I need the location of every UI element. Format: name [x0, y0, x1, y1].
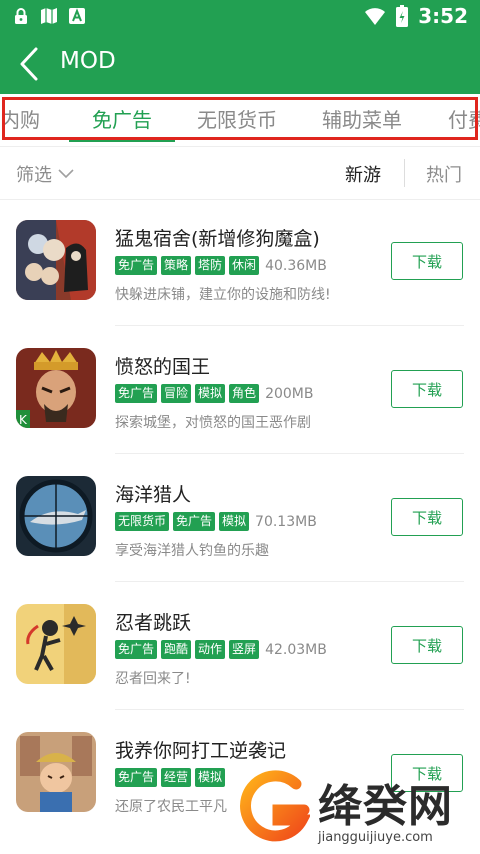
wifi-icon: [365, 8, 386, 25]
filter-bar: 筛选 新游 热门: [0, 146, 480, 200]
app-icon-angry-king: K: [16, 348, 96, 428]
app-icon-ghost-dorm: [16, 220, 96, 300]
list-item[interactable]: 海洋猎人 无限货币 免广告 模拟 70.13MB 享受海洋猎人钓鱼的乐趣 下载: [0, 454, 480, 582]
tag: 冒险: [161, 384, 192, 403]
download-button[interactable]: 下载: [391, 498, 463, 536]
app-icon-ninja-jump: [16, 604, 96, 684]
file-size: 70.13MB: [255, 513, 317, 530]
watermark-url: jiangguijiuye.com: [318, 830, 433, 845]
tag-row: 免广告 经营 模拟: [115, 768, 226, 787]
map-icon: [41, 8, 57, 24]
file-size: 200MB: [265, 385, 314, 402]
app-icon-worker-story: [16, 732, 96, 812]
svg-text:K: K: [19, 413, 28, 427]
site-watermark: 绛癸网 jiangguijiuye.com: [238, 770, 480, 854]
status-bar: 3:52: [0, 0, 480, 34]
tag: 免广告: [173, 512, 216, 531]
tag: 模拟: [195, 384, 226, 403]
tag: 免广告: [115, 640, 158, 659]
app-name: 愤怒的国王: [115, 356, 211, 378]
tag: 无限货币: [115, 512, 170, 531]
app-description: 探索城堡，对愤怒的国王恶作剧: [115, 415, 311, 431]
download-button[interactable]: 下载: [391, 370, 463, 408]
app-bar: MOD: [0, 34, 480, 94]
tag-row: 免广告 跑酷 动作 竖屏 42.03MB: [115, 640, 327, 659]
tag: 策略: [161, 256, 192, 275]
sort-hot-button[interactable]: 热门: [426, 161, 462, 187]
tag-row: 无限货币 免广告 模拟 70.13MB: [115, 512, 317, 531]
sort-divider: [404, 159, 405, 187]
tag: 塔防: [195, 256, 226, 275]
tag: 模拟: [195, 768, 226, 787]
app-description: 忍者回来了!: [115, 671, 191, 687]
app-icon-ocean-hunter: [16, 476, 96, 556]
download-button[interactable]: 下载: [391, 626, 463, 664]
tag-row: 免广告 策略 塔防 休闲 40.36MB: [115, 256, 327, 275]
category-tabs: 免内购 免广告 无限货币 辅助菜单 付费: [0, 94, 480, 146]
app-name: 猛鬼宿舍(新增修狗魔盒): [115, 228, 320, 250]
watermark-logo-icon: [240, 770, 310, 842]
tag: 动作: [195, 640, 226, 659]
file-size: 42.03MB: [265, 641, 327, 658]
tag: 免广告: [115, 768, 158, 787]
list-item[interactable]: 猛鬼宿舍(新增修狗魔盒) 免广告 策略 塔防 休闲 40.36MB 快躲进床铺，…: [0, 198, 480, 326]
tag: 休闲: [229, 256, 260, 275]
a-app-icon: [69, 8, 85, 24]
lock-icon: [15, 8, 27, 24]
app-description: 快躲进床铺，建立你的设施和防线!: [115, 287, 331, 303]
app-description: 还原了农民工平凡: [115, 799, 227, 815]
status-time: 3:52: [418, 4, 468, 28]
tag: 免广告: [115, 384, 158, 403]
list-item[interactable]: 忍者跳跃 免广告 跑酷 动作 竖屏 42.03MB 忍者回来了! 下载: [0, 582, 480, 710]
tag: 经营: [161, 768, 192, 787]
tab-helper-menu[interactable]: 辅助菜单: [322, 104, 402, 133]
sort-new-button[interactable]: 新游: [345, 161, 381, 187]
filter-button[interactable]: 筛选: [16, 161, 74, 187]
app-description: 享受海洋猎人钓鱼的乐趣: [115, 543, 269, 559]
status-right: 3:52: [364, 4, 468, 28]
app-name: 忍者跳跃: [115, 612, 192, 634]
chevron-down-icon: [58, 169, 74, 179]
tab-no-ads[interactable]: 免广告: [92, 104, 152, 133]
tag-row: 免广告 冒险 模拟 角色 200MB: [115, 384, 313, 403]
tab-no-iap[interactable]: 免内购: [0, 104, 40, 133]
download-button[interactable]: 下载: [391, 242, 463, 280]
active-tab-indicator: [69, 139, 175, 142]
battery-icon: [396, 5, 409, 27]
list-item[interactable]: K 愤怒的国王 免广告 冒险 模拟 角色 200MB 探索城堡，对愤怒的国王恶作…: [0, 326, 480, 454]
app-name: 我养你阿打工逆袭记: [115, 740, 287, 762]
file-size: 40.36MB: [265, 257, 327, 274]
watermark-title: 绛癸网: [318, 781, 453, 832]
status-left-icons: [12, 7, 86, 25]
tag: 跑酷: [161, 640, 192, 659]
app-name: 海洋猎人: [115, 484, 192, 506]
back-arrow-icon[interactable]: [12, 43, 52, 85]
page-title: MOD: [60, 48, 116, 74]
tag: 免广告: [115, 256, 158, 275]
tag: 角色: [229, 384, 260, 403]
tab-paid[interactable]: 付费: [448, 104, 480, 133]
tag: 模拟: [219, 512, 250, 531]
filter-label: 筛选: [16, 165, 52, 186]
tab-unlimited-currency[interactable]: 无限货币: [197, 104, 277, 133]
tag: 竖屏: [229, 640, 260, 659]
